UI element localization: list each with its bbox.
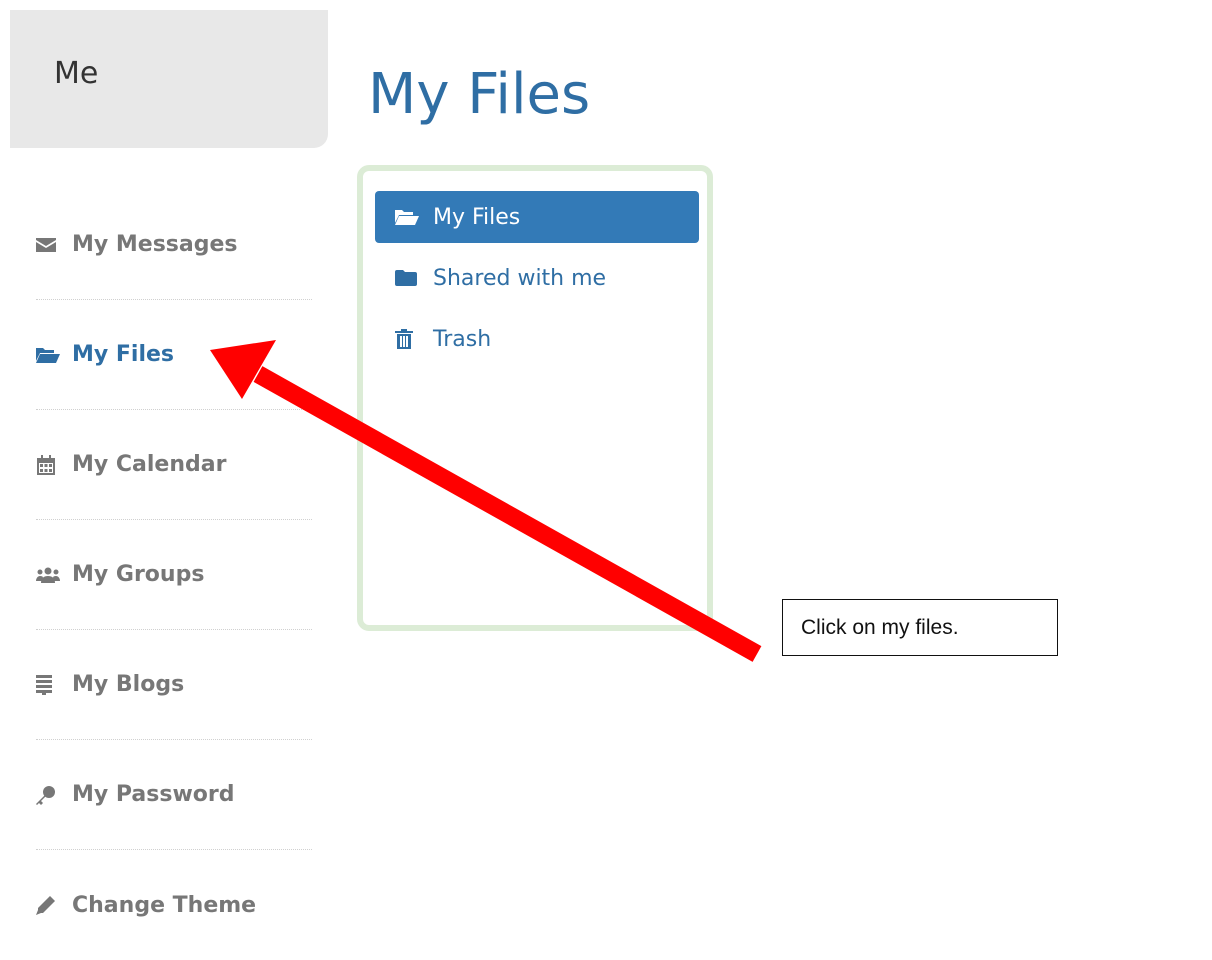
arrow-shaft: [253, 366, 762, 662]
callout-box: Click on my files.: [782, 599, 1058, 656]
callout-text: Click on my files.: [801, 615, 959, 639]
annotation-arrow: [210, 340, 762, 662]
